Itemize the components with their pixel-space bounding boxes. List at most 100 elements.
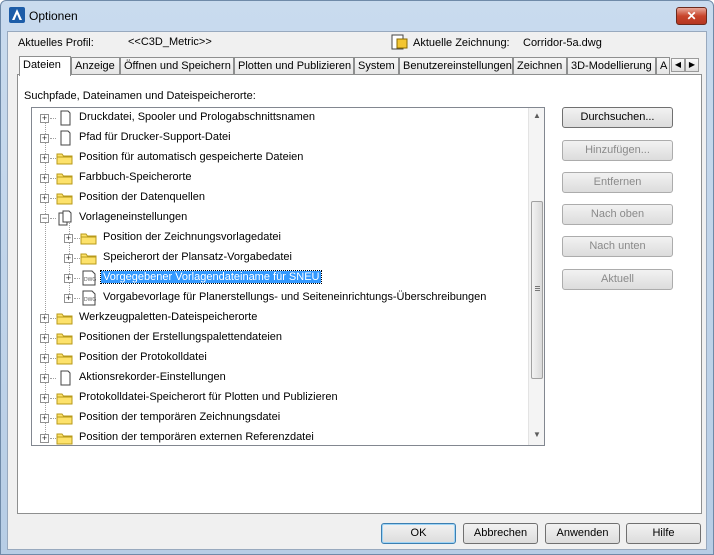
tree-item-label: Vorlageneinstellungen <box>79 211 188 223</box>
tree-item[interactable]: + Pfad für Drucker-Support-Datei <box>32 128 528 148</box>
grip-line <box>535 288 540 289</box>
drawing-value: Corridor-5a.dwg <box>523 37 602 49</box>
tab-strip: Dateien Anzeige Öffnen und Speichern Plo… <box>17 56 701 76</box>
tree-item[interactable]: + DWG Vorgegebener Vorlagendateiname für S… <box>32 268 528 288</box>
grip-line <box>535 286 540 287</box>
expand-icon[interactable]: + <box>40 334 49 343</box>
tree-item[interactable]: + Aktionsrekorder-Einstellungen <box>32 368 528 388</box>
scrollbar-thumb[interactable] <box>531 201 543 379</box>
scroll-down-icon[interactable]: ▼ <box>532 430 542 440</box>
expand-icon[interactable]: + <box>40 194 49 203</box>
remove-button[interactable]: Entfernen <box>562 172 673 193</box>
expand-icon[interactable]: + <box>40 154 49 163</box>
tree-item[interactable]: + Position für automatisch gespeicherte D… <box>32 148 528 168</box>
window-title: Optionen <box>29 9 78 23</box>
scroll-up-icon[interactable]: ▲ <box>532 111 542 121</box>
tab-plotten-und-publizieren[interactable]: Plotten und Publizieren <box>234 57 354 75</box>
expand-icon[interactable]: + <box>40 374 49 383</box>
cancel-button[interactable]: Abbrechen <box>463 523 538 544</box>
tab-benutzereinstellungen[interactable]: Benutzereinstellungen <box>399 57 513 75</box>
tree-item-label: Speicherort der Plansatz-Vorgabedatei <box>103 251 292 263</box>
tab-anzeige[interactable]: Anzeige <box>71 57 120 75</box>
document-icon <box>56 130 74 146</box>
move-up-button[interactable]: Nach oben <box>562 204 673 225</box>
close-button[interactable]: ✕ <box>676 7 707 25</box>
tab-scroll-right-icon[interactable]: ▶ <box>685 58 699 72</box>
tree-item[interactable]: + Speicherort der Plansatz-Vorgabedatei <box>32 248 528 268</box>
tree-item[interactable]: + Position der temporären externen Refere… <box>32 428 528 445</box>
expand-icon[interactable]: + <box>64 294 73 303</box>
svg-text:DWG: DWG <box>84 297 96 303</box>
files-tab-panel: Suchpfade, Dateinamen und Dateispeichero… <box>17 74 702 514</box>
tab-scroll-left-icon[interactable]: ◀ <box>671 58 685 72</box>
tree-item-label: Position der Protokolldatei <box>79 351 207 363</box>
tree-item[interactable]: + Druckdatei, Spooler und Prologabschnitt… <box>32 108 528 128</box>
expand-icon[interactable]: + <box>40 114 49 123</box>
expand-icon[interactable]: + <box>64 234 73 243</box>
set-current-button[interactable]: Aktuell <box>562 269 673 290</box>
tree-item[interactable]: + Werkzeugpaletten-Dateispeicherorte <box>32 308 528 328</box>
search-paths-tree[interactable]: + Druckdatei, Spooler und Prologabschnitt… <box>31 107 545 446</box>
expand-icon[interactable]: + <box>40 354 49 363</box>
folder-icon <box>56 310 74 326</box>
tree-item[interactable]: + Position der Protokolldatei <box>32 348 528 368</box>
tree-item-label: Position der Datenquellen <box>79 191 205 203</box>
folder-icon <box>56 390 74 406</box>
dwg-file-icon: DWG <box>80 270 98 286</box>
dwg-file-icon: DWG <box>80 290 98 306</box>
expand-icon[interactable]: + <box>64 274 73 283</box>
profile-label: Aktuelles Profil: <box>18 37 94 49</box>
tree-item-label: Werkzeugpaletten-Dateispeicherorte <box>79 311 258 323</box>
drawing-file-icon <box>391 34 408 50</box>
tree-scrollbar[interactable]: ▲ ▼ <box>528 108 544 445</box>
tree-item-label: Aktionsrekorder-Einstellungen <box>79 371 226 383</box>
tree-item-label: Position für automatisch gespeicherte Da… <box>79 151 304 163</box>
folder-icon <box>56 410 74 426</box>
add-button[interactable]: Hinzufügen... <box>562 140 673 161</box>
expand-icon[interactable]: + <box>40 414 49 423</box>
folder-icon <box>56 350 74 366</box>
collapse-icon[interactable]: − <box>40 214 49 223</box>
ok-button[interactable]: OK <box>381 523 456 544</box>
tree-item-label: Pfad für Drucker-Support-Datei <box>79 131 231 143</box>
drawing-label: Aktuelle Zeichnung: <box>413 37 510 49</box>
tree-item[interactable]: − Vorlageneinstellungen <box>32 208 528 228</box>
tab-3d-modellierung[interactable]: 3D-Modellierung <box>567 57 656 75</box>
tree-item-label: Farbbuch-Speicherorte <box>79 171 192 183</box>
help-button[interactable]: Hilfe <box>626 523 701 544</box>
folder-icon <box>80 250 98 266</box>
tab-zeichnen[interactable]: Zeichnen <box>513 57 567 75</box>
browse-button[interactable]: Durchsuchen... <box>562 107 673 128</box>
document-icon <box>56 110 74 126</box>
folder-icon <box>56 190 74 206</box>
tree-item[interactable]: + Protokolldatei-Speicherort für Plotten … <box>32 388 528 408</box>
tab-dateien[interactable]: Dateien <box>19 56 71 76</box>
options-dialog: Optionen ✕ Aktuelles Profil: <<C3D_Metri… <box>0 0 714 555</box>
documents-icon <box>56 210 74 226</box>
autocad-app-icon <box>9 7 25 23</box>
expand-icon[interactable]: + <box>40 434 49 443</box>
folder-icon <box>56 430 74 445</box>
title-bar[interactable]: Optionen ✕ <box>1 1 713 31</box>
svg-text:DWG: DWG <box>84 277 96 283</box>
apply-button[interactable]: Anwenden <box>545 523 620 544</box>
tab-overflow[interactable]: A <box>656 57 670 75</box>
tree-item[interactable]: + DWG Vorgabevorlage für Planerstellungs- … <box>32 288 528 308</box>
expand-icon[interactable]: + <box>64 254 73 263</box>
folder-icon <box>56 150 74 166</box>
move-down-button[interactable]: Nach unten <box>562 236 673 257</box>
tree-item-label: Position der Zeichnungsvorlagedatei <box>103 231 281 243</box>
tree-item-label: Druckdatei, Spooler und Prologabschnitts… <box>79 111 316 123</box>
tree-item[interactable]: + Position der temporären Zeichnungsdatei <box>32 408 528 428</box>
expand-icon[interactable]: + <box>40 134 49 143</box>
tree-item[interactable]: + Position der Zeichnungsvorlagedatei <box>32 228 528 248</box>
expand-icon[interactable]: + <box>40 394 49 403</box>
tree-item-label: Positionen der Erstellungspalettendateie… <box>79 331 283 343</box>
expand-icon[interactable]: + <box>40 174 49 183</box>
tab-oeffnen-und-speichern[interactable]: Öffnen und Speichern <box>120 57 234 75</box>
tab-system[interactable]: System <box>354 57 399 75</box>
tree-item[interactable]: + Positionen der Erstellungspalettendatei… <box>32 328 528 348</box>
tree-item[interactable]: + Position der Datenquellen <box>32 188 528 208</box>
expand-icon[interactable]: + <box>40 314 49 323</box>
tree-item[interactable]: + Farbbuch-Speicherorte <box>32 168 528 188</box>
